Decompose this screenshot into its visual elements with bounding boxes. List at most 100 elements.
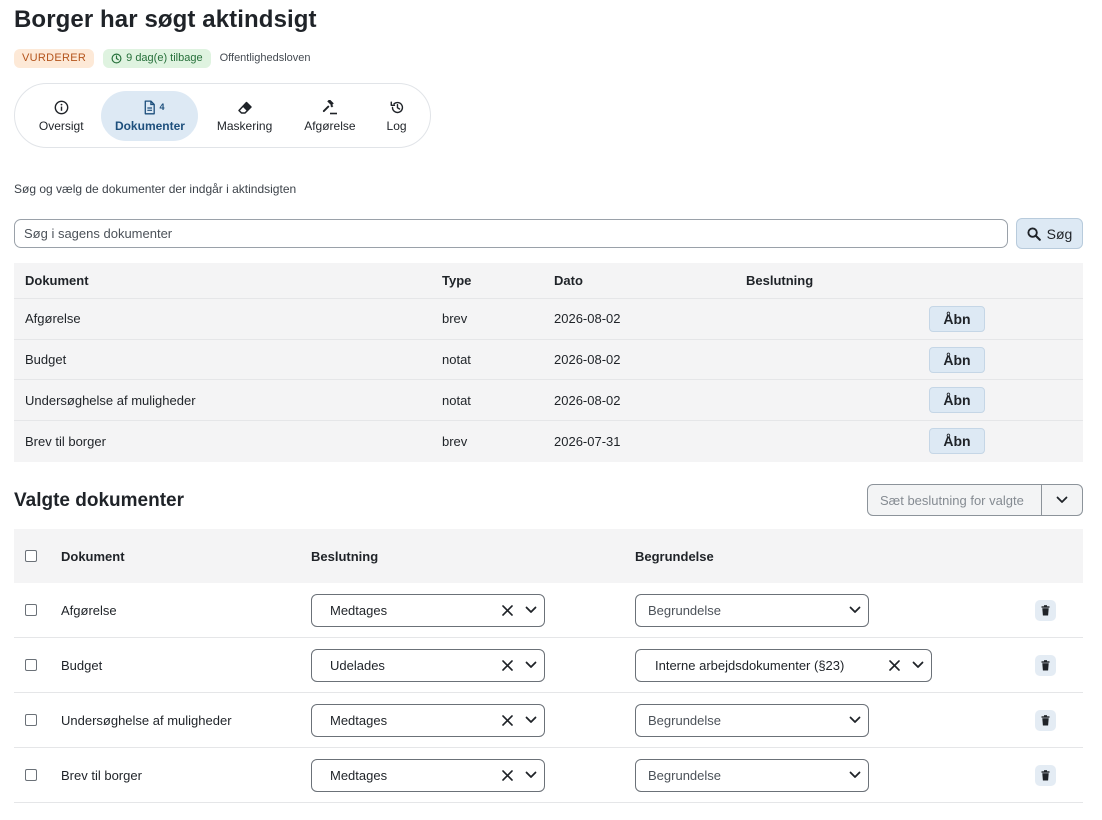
tab-log[interactable]: Log bbox=[369, 91, 424, 141]
table-row: Budget notat 2026-08-02 Åbn bbox=[14, 340, 1083, 381]
chevron-down-icon[interactable] bbox=[842, 606, 868, 614]
table-row: Afgørelse brev 2026-08-02 Åbn bbox=[14, 299, 1083, 340]
reason-value: Interne arbejdsdokumenter (§23) bbox=[655, 657, 845, 673]
row-checkbox[interactable] bbox=[25, 714, 37, 726]
document-type: brev bbox=[442, 311, 468, 327]
tab-bar: Oversigt 4 Dokumenter Maskering Afgørels… bbox=[14, 83, 431, 148]
tab-label: Afgørelse bbox=[304, 118, 356, 133]
open-document-button[interactable]: Åbn bbox=[929, 428, 985, 455]
open-document-button[interactable]: Åbn bbox=[929, 305, 985, 332]
tab-maskering[interactable]: Maskering bbox=[198, 91, 290, 141]
chevron-down-icon[interactable] bbox=[842, 771, 868, 779]
deadline-badge: 9 dag(e) tilbage bbox=[103, 49, 211, 68]
search-input[interactable] bbox=[14, 219, 1008, 248]
tab-count-badge: 4 bbox=[159, 101, 165, 112]
select-all-checkbox[interactable] bbox=[25, 550, 37, 562]
chevron-down-icon bbox=[1056, 496, 1068, 503]
open-document-button[interactable]: Åbn bbox=[929, 387, 985, 414]
decision-select[interactable]: Medtages bbox=[311, 593, 545, 627]
table-row: Brev til borger brev 2026-07-31 Åbn bbox=[14, 421, 1083, 462]
eraser-icon bbox=[237, 99, 253, 117]
history-icon bbox=[389, 99, 405, 117]
document-date: 2026-08-02 bbox=[554, 352, 621, 368]
tab-label: Maskering bbox=[216, 118, 273, 133]
table-row: Brev til borger Medtages Begrundelse bbox=[14, 748, 1083, 803]
delete-row-button[interactable] bbox=[1035, 599, 1056, 621]
column-header-type: Type bbox=[442, 273, 472, 288]
document-name: Afgørelse bbox=[61, 602, 117, 618]
reason-select[interactable]: Begrundelse bbox=[635, 703, 869, 737]
tab-label: Log bbox=[386, 118, 407, 133]
info-icon bbox=[54, 99, 69, 117]
delete-row-button[interactable] bbox=[1035, 764, 1056, 786]
reason-placeholder: Begrundelse bbox=[648, 767, 721, 783]
documents-table-header: Dokument Type Dato Beslutning bbox=[14, 263, 1083, 299]
clear-icon[interactable] bbox=[496, 659, 518, 671]
bulk-decision-select[interactable]: Sæt beslutning for valgte bbox=[867, 484, 1083, 516]
column-header-reason: Begrundelse bbox=[635, 548, 714, 564]
document-icon bbox=[143, 99, 156, 117]
reason-placeholder: Begrundelse bbox=[648, 602, 721, 618]
tab-afgoerelse[interactable]: Afgørelse bbox=[291, 91, 369, 141]
bulk-decision-placeholder: Sæt beslutning for valgte bbox=[880, 492, 1024, 508]
row-checkbox[interactable] bbox=[25, 769, 37, 781]
clear-icon[interactable] bbox=[496, 714, 518, 726]
document-date: 2026-07-31 bbox=[554, 433, 621, 449]
documents-table: Dokument Type Dato Beslutning Afgørelse … bbox=[14, 263, 1083, 462]
trash-icon bbox=[1041, 769, 1050, 780]
decision-select[interactable]: Medtages bbox=[311, 758, 545, 792]
selected-table-header: Dokument Beslutning Begrundelse bbox=[14, 529, 1083, 583]
tab-oversigt[interactable]: Oversigt bbox=[21, 91, 101, 141]
document-type: brev bbox=[442, 433, 468, 449]
column-header-date: Dato bbox=[554, 273, 583, 288]
trash-icon bbox=[1041, 714, 1050, 725]
row-checkbox[interactable] bbox=[25, 604, 37, 616]
reason-select[interactable]: Begrundelse bbox=[635, 593, 869, 627]
reason-select[interactable]: Interne arbejdsdokumenter (§23) bbox=[635, 648, 932, 682]
chevron-down-icon[interactable] bbox=[905, 661, 931, 669]
open-document-button[interactable]: Åbn bbox=[929, 346, 985, 373]
delete-row-button[interactable] bbox=[1035, 709, 1056, 731]
table-row: Afgørelse Medtages Begrundelse bbox=[14, 583, 1083, 638]
search-button-label: Søg bbox=[1046, 225, 1073, 242]
document-date: 2026-08-02 bbox=[554, 392, 621, 408]
table-row: Budget Udelades Interne arbejdsdokumente… bbox=[14, 638, 1083, 693]
decision-select[interactable]: Medtages bbox=[311, 703, 545, 737]
column-header-document: Dokument bbox=[61, 548, 125, 564]
deadline-text: 9 dag(e) tilbage bbox=[126, 52, 203, 64]
search-icon bbox=[1027, 226, 1041, 241]
trash-icon bbox=[1041, 659, 1050, 670]
bulk-decision-toggle[interactable] bbox=[1041, 485, 1082, 515]
document-name: Brev til borger bbox=[25, 433, 106, 449]
chevron-down-icon[interactable] bbox=[518, 716, 544, 724]
delete-row-button[interactable] bbox=[1035, 654, 1056, 676]
column-header-document: Dokument bbox=[25, 273, 89, 288]
trash-icon bbox=[1041, 604, 1050, 615]
column-header-decision: Beslutning bbox=[311, 548, 379, 564]
law-badge: Offentlighedsloven bbox=[219, 52, 311, 64]
clear-icon[interactable] bbox=[496, 604, 518, 616]
reason-select[interactable]: Begrundelse bbox=[635, 758, 869, 792]
clear-icon[interactable] bbox=[883, 659, 905, 671]
clear-icon[interactable] bbox=[496, 769, 518, 781]
document-type: notat bbox=[442, 352, 471, 368]
document-name: Budget bbox=[25, 352, 67, 368]
row-checkbox[interactable] bbox=[25, 659, 37, 671]
status-badge: VURDERER bbox=[14, 49, 95, 68]
selected-documents-table: Dokument Beslutning Begrundelse Afgørels… bbox=[14, 529, 1083, 803]
search-button[interactable]: Søg bbox=[1016, 218, 1083, 249]
chevron-down-icon[interactable] bbox=[518, 771, 544, 779]
decision-select[interactable]: Udelades bbox=[311, 648, 545, 682]
chevron-down-icon[interactable] bbox=[518, 661, 544, 669]
tab-label: Oversigt bbox=[38, 118, 84, 133]
document-name: Undersøghelse af muligheder bbox=[25, 392, 196, 408]
gavel-icon bbox=[322, 99, 338, 117]
document-date: 2026-08-02 bbox=[554, 311, 621, 327]
chevron-down-icon[interactable] bbox=[842, 716, 868, 724]
search-hint: Søg og vælg de dokumenter der indgår i a… bbox=[14, 182, 297, 196]
tab-label: Dokumenter bbox=[114, 118, 185, 133]
tab-dokumenter[interactable]: 4 Dokumenter bbox=[101, 90, 199, 141]
decision-value: Medtages bbox=[330, 767, 388, 783]
chevron-down-icon[interactable] bbox=[518, 606, 544, 614]
reason-placeholder: Begrundelse bbox=[648, 712, 721, 728]
